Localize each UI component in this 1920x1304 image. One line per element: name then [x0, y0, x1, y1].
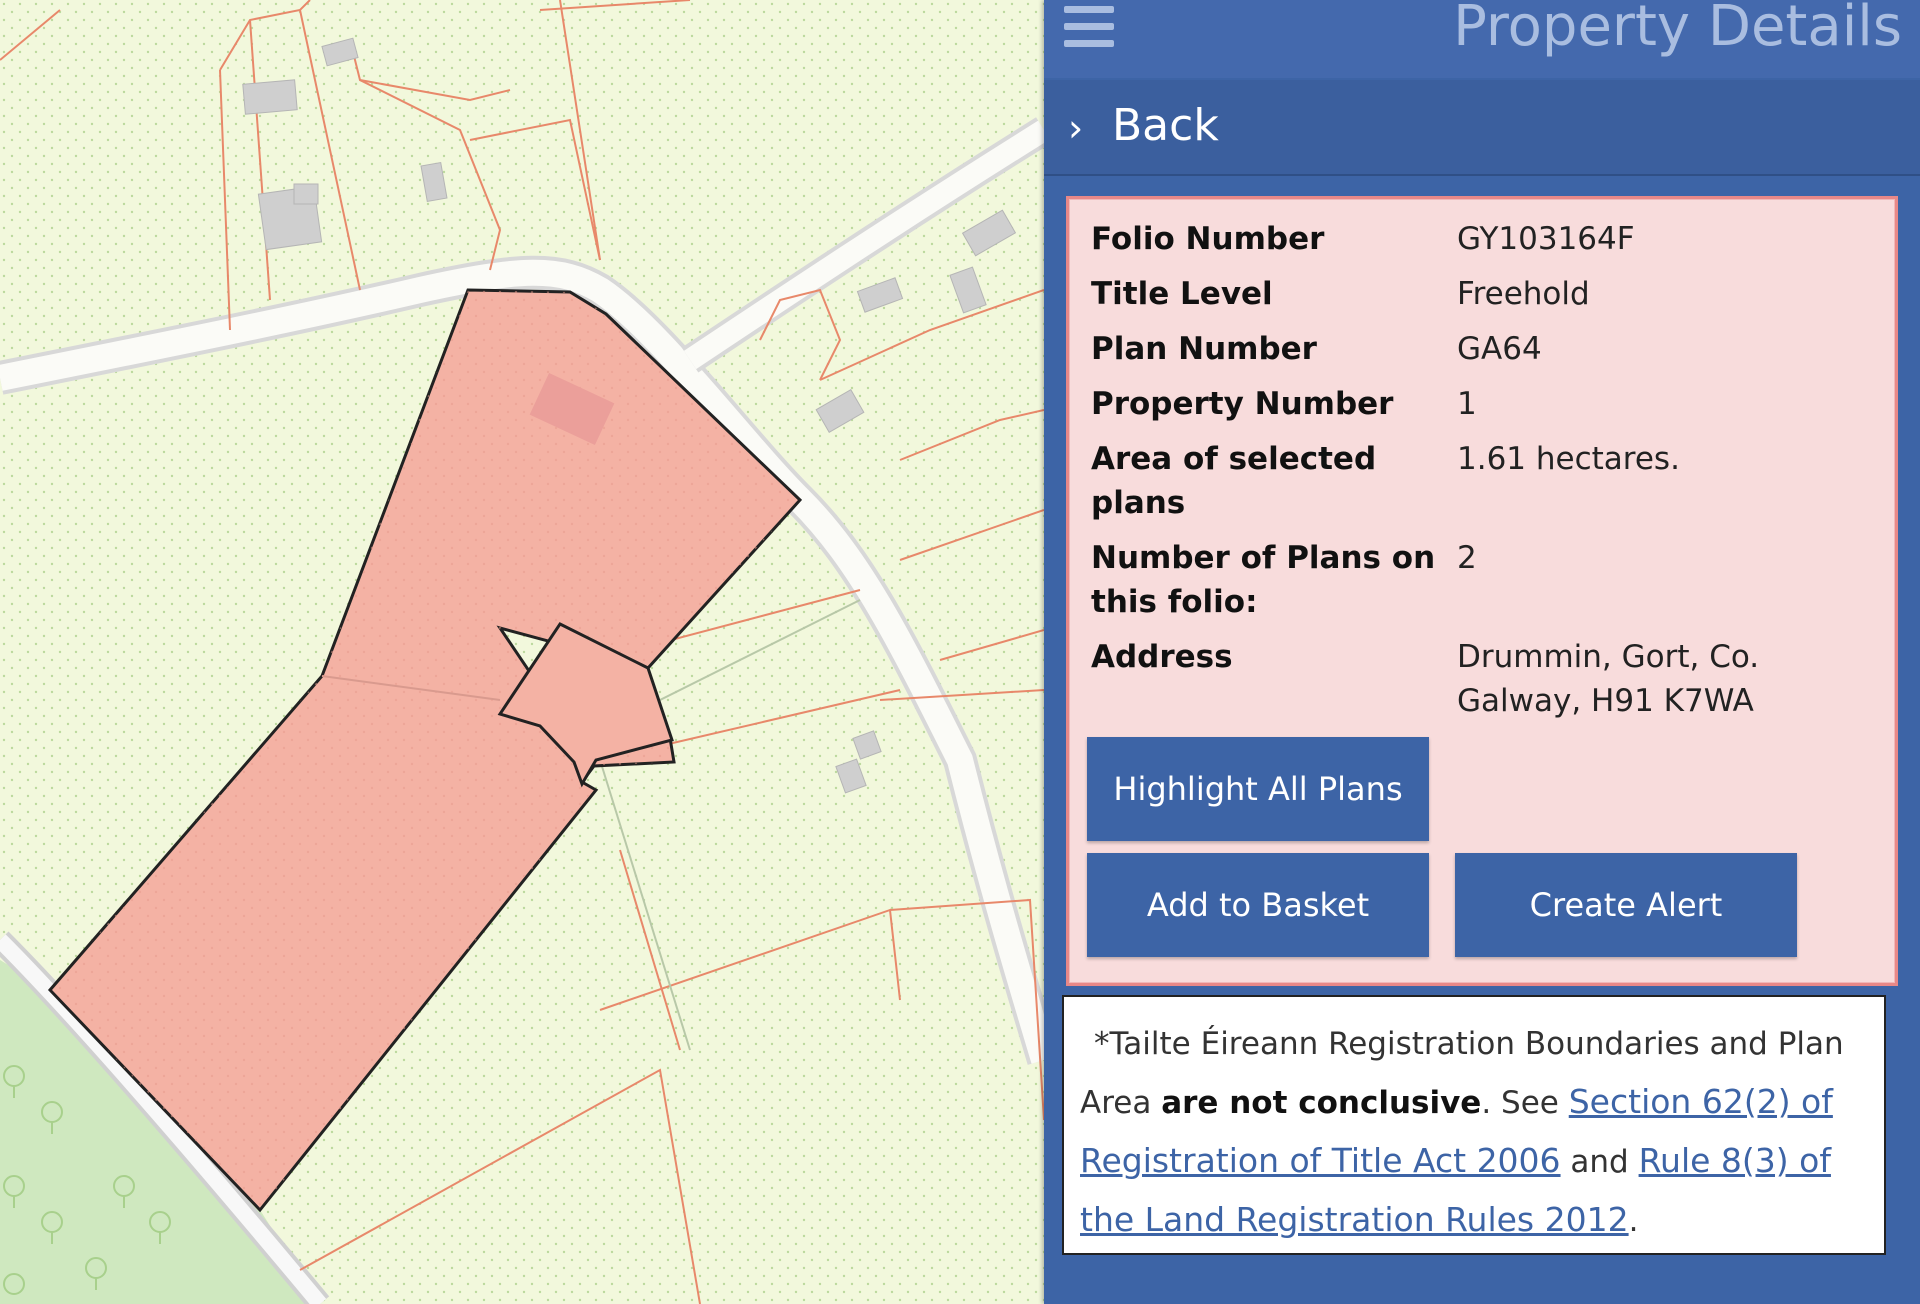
disclaimer-notice: *Tailte Éireann Registration Boundaries …	[1062, 995, 1886, 1255]
create-alert-button[interactable]: Create Alert	[1455, 853, 1797, 957]
detail-value: 1.61 hectares.	[1457, 441, 1680, 477]
map-view[interactable]	[0, 0, 1044, 1304]
detail-value: 2	[1457, 540, 1477, 576]
notice-suffix: .	[1628, 1203, 1639, 1239]
detail-label: Title Level	[1091, 276, 1273, 312]
notice-bold: are not conclusive	[1161, 1085, 1482, 1121]
chevron-right-icon: ›	[1068, 106, 1084, 150]
detail-value: Drummin, Gort, Co. Galway, H91 K7WA	[1457, 639, 1760, 719]
property-details-box: Folio Number GY103164F Title Level Freeh…	[1066, 196, 1898, 986]
detail-value: GA64	[1457, 331, 1542, 367]
notice-and: and	[1560, 1144, 1639, 1180]
panel-header: Property Details	[1044, 0, 1920, 78]
back-button[interactable]: › Back	[1044, 80, 1920, 176]
detail-value: 1	[1457, 386, 1477, 422]
hamburger-menu-icon[interactable]	[1064, 6, 1114, 48]
add-to-basket-button[interactable]: Add to Basket	[1087, 853, 1429, 957]
detail-value: GY103164F	[1457, 221, 1635, 257]
highlight-all-plans-button[interactable]: Highlight All Plans	[1087, 737, 1429, 841]
property-details-panel: Property Details › Back Folio Number GY1…	[1044, 0, 1920, 1304]
panel-title: Property Details	[1453, 0, 1902, 59]
notice-mid: . See	[1481, 1085, 1569, 1121]
detail-label: Plan Number	[1091, 331, 1317, 367]
detail-label: Number of Plans on this folio:	[1091, 540, 1436, 620]
detail-label: Property Number	[1091, 386, 1394, 422]
detail-label: Area of selected plans	[1091, 441, 1377, 521]
back-label: Back	[1112, 100, 1219, 151]
detail-label: Address	[1091, 639, 1233, 675]
detail-value: Freehold	[1457, 276, 1590, 312]
detail-label: Folio Number	[1091, 221, 1325, 257]
